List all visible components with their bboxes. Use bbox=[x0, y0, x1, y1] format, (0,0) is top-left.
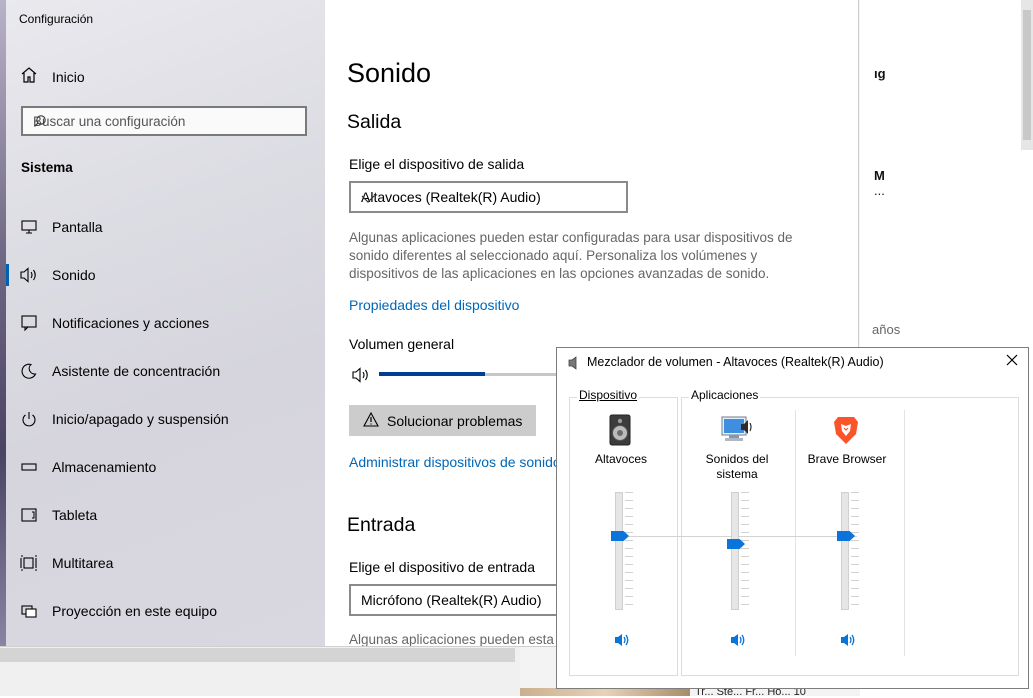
home-icon bbox=[20, 66, 38, 87]
multitask-icon bbox=[20, 554, 38, 572]
volume-slider-track[interactable] bbox=[731, 492, 739, 610]
column-divider bbox=[904, 410, 905, 656]
warning-icon bbox=[363, 411, 379, 430]
background-text: M bbox=[874, 168, 885, 183]
master-volume-label: Volumen general bbox=[349, 336, 455, 352]
storage-icon bbox=[20, 458, 38, 476]
background-text: años bbox=[872, 322, 901, 337]
volume-slider-track[interactable] bbox=[841, 492, 849, 610]
channel-name: Brave Browser bbox=[807, 452, 887, 466]
mute-speaker-icon[interactable] bbox=[729, 632, 747, 653]
moon-icon bbox=[20, 362, 38, 380]
speaker-icon bbox=[20, 266, 38, 284]
sidebar-item-tableta[interactable]: Tableta bbox=[20, 503, 97, 527]
volume-mixer-window: Mezclador de volumen - Altavoces (Realte… bbox=[556, 347, 1029, 689]
volume-slider-track[interactable] bbox=[615, 492, 623, 610]
input-device-label: Elige el dispositivo de entrada bbox=[349, 559, 536, 575]
sidebar-item-label: Pantalla bbox=[52, 219, 103, 235]
sidebar-item-label: Notificaciones y acciones bbox=[52, 315, 210, 331]
sidebar-item-label: Almacenamiento bbox=[52, 459, 157, 475]
manage-devices-link[interactable]: Administrar dispositivos de sonido bbox=[349, 454, 561, 470]
background-strip bbox=[0, 646, 520, 696]
mixer-channel: Altavoces bbox=[569, 410, 673, 660]
mixer-channel: Sonidos del sistema bbox=[685, 410, 789, 660]
monitor-icon bbox=[20, 218, 38, 236]
page-title: Sonido bbox=[347, 58, 432, 88]
background-scrollbar[interactable] bbox=[1021, 0, 1033, 150]
system-sounds-icon bbox=[720, 414, 752, 446]
selection-indicator bbox=[6, 264, 9, 286]
power-icon bbox=[20, 410, 38, 428]
brave-lion-icon bbox=[830, 414, 862, 446]
sidebar-item-label: Asistente de concentración bbox=[52, 363, 221, 379]
output-device-label: Elige el dispositivo de salida bbox=[349, 156, 525, 172]
channel-name: Sonidos del sistema bbox=[705, 452, 769, 481]
scroll-thumb[interactable] bbox=[1023, 10, 1031, 140]
mute-speaker-icon[interactable] bbox=[613, 632, 631, 653]
tablet-icon bbox=[20, 506, 38, 524]
chevron-down-icon bbox=[361, 191, 618, 207]
mixer-title: Mezclador de volumen - Altavoces (Realte… bbox=[587, 355, 884, 369]
sidebar-item-almacenamiento[interactable]: Almacenamiento bbox=[20, 455, 156, 479]
input-heading: Entrada bbox=[347, 514, 416, 536]
master-volume-fill bbox=[379, 372, 485, 376]
output-device-select[interactable]: Altavoces (Realtek(R) Audio) bbox=[349, 181, 628, 213]
window-title: Configuración bbox=[19, 12, 94, 26]
close-icon[interactable] bbox=[1005, 353, 1019, 372]
speaker-device-icon bbox=[604, 414, 636, 446]
speaker-icon bbox=[568, 356, 580, 375]
projection-icon bbox=[20, 602, 38, 620]
slider-ticks bbox=[851, 492, 859, 608]
input-device-value: Micrófono (Realtek(R) Audio) bbox=[361, 592, 542, 608]
sidebar-item-label: Tableta bbox=[52, 507, 98, 523]
output-description: Algunas aplicaciones pueden estar config… bbox=[349, 230, 793, 281]
sidebar-item-pantalla[interactable]: Pantalla bbox=[20, 215, 103, 239]
nav-home[interactable]: Inicio bbox=[20, 66, 85, 87]
troubleshoot-label: Solucionar problemas bbox=[387, 412, 523, 429]
search-icon bbox=[33, 114, 297, 131]
sidebar-item-label: Inicio/apagado y suspensión bbox=[52, 411, 229, 427]
background-text: ... bbox=[874, 183, 885, 198]
speaker-icon[interactable] bbox=[352, 367, 372, 388]
sidebar-item-proyeccion[interactable]: Proyección en este equipo bbox=[20, 599, 217, 623]
apps-group-label: Aplicaciones bbox=[689, 388, 761, 402]
horizontal-scrollbar[interactable] bbox=[0, 648, 515, 662]
search-input[interactable]: Buscar una configuración bbox=[21, 106, 307, 136]
device-group-label: Dispositivo bbox=[577, 388, 640, 402]
sidebar-item-sonido[interactable]: Sonido bbox=[20, 263, 96, 287]
wallpaper-edge bbox=[0, 0, 6, 646]
sidebar-item-label: Proyección en este equipo bbox=[52, 603, 217, 619]
sidebar-item-asistente[interactable]: Asistente de concentración bbox=[20, 359, 220, 383]
slider-ticks bbox=[625, 492, 633, 608]
nav-home-label: Inicio bbox=[52, 68, 85, 85]
troubleshoot-button[interactable]: Solucionar problemas bbox=[349, 405, 536, 436]
sidebar-item-inicio-apagado[interactable]: Inicio/apagado y suspensión bbox=[20, 407, 229, 431]
sidebar-item-label: Sonido bbox=[52, 267, 96, 283]
notification-icon bbox=[20, 314, 38, 332]
mute-speaker-icon[interactable] bbox=[839, 632, 857, 653]
slider-ticks bbox=[741, 492, 749, 608]
device-properties-link[interactable]: Propiedades del dispositivo bbox=[349, 297, 519, 313]
mixer-channel: Brave Browser bbox=[795, 410, 899, 660]
background-thumbnail bbox=[520, 688, 690, 696]
sidebar-item-multitarea[interactable]: Multitarea bbox=[20, 551, 113, 575]
channel-name: Altavoces bbox=[594, 452, 648, 466]
nav-section-title: Sistema bbox=[21, 160, 73, 175]
output-heading: Salida bbox=[347, 111, 402, 133]
sidebar-item-label: Multitarea bbox=[52, 555, 114, 571]
sidebar-item-notificaciones[interactable]: Notificaciones y acciones bbox=[20, 311, 209, 335]
background-text: ıg bbox=[874, 66, 886, 81]
settings-nav: Configuración Inicio Buscar una configur… bbox=[0, 0, 325, 646]
